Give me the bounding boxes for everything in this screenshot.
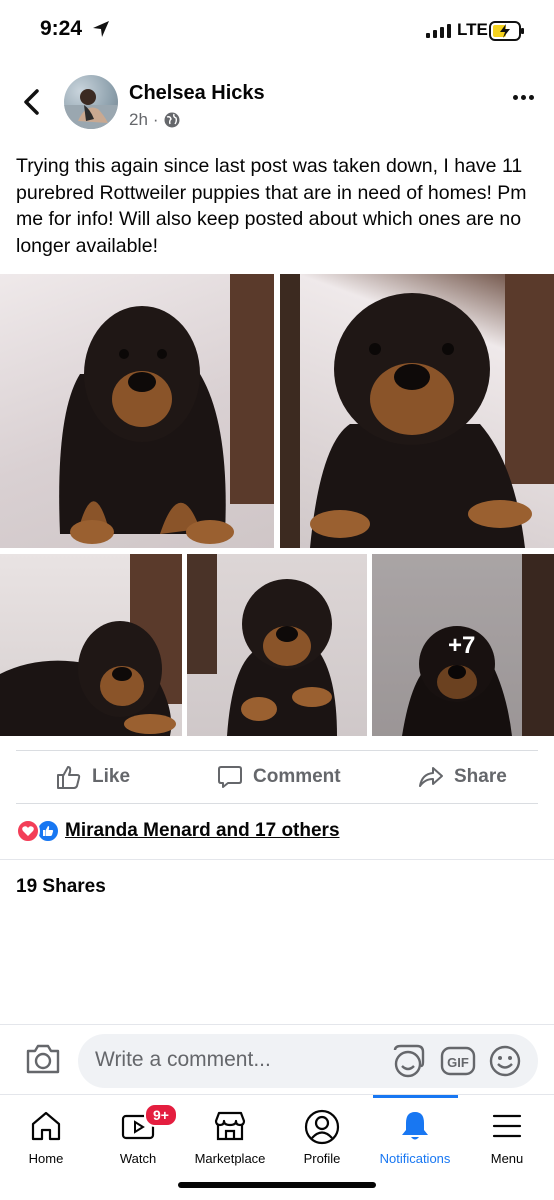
post-photo-4[interactable] xyxy=(187,554,367,736)
post-photo-5[interactable]: +7 xyxy=(372,554,554,736)
marketplace-icon xyxy=(214,1111,246,1141)
comment-label: Comment xyxy=(253,766,341,787)
love-reaction-icon xyxy=(16,819,40,843)
home-indicator xyxy=(178,1182,376,1188)
more-options-icon[interactable] xyxy=(513,95,534,100)
watch-badge: 9+ xyxy=(144,1103,178,1127)
reactions-divider xyxy=(0,859,554,860)
svg-text:GIF: GIF xyxy=(447,1055,469,1070)
more-photos-count: +7 xyxy=(448,632,476,659)
post-text: Trying this again since last post was ta… xyxy=(16,155,527,257)
nav-watch[interactable]: 9+ Watch xyxy=(92,1095,184,1175)
nav-notifications[interactable]: Notifications xyxy=(369,1095,461,1175)
post-photo-1[interactable] xyxy=(0,274,274,548)
comment-bar-divider xyxy=(0,1024,554,1025)
camera-icon[interactable] xyxy=(25,1043,61,1075)
avatar-photo xyxy=(64,89,118,129)
nav-marketplace-label: Marketplace xyxy=(194,1151,266,1166)
meta-separator: · xyxy=(152,110,159,129)
gif-icon[interactable]: GIF xyxy=(440,1044,476,1078)
comment-icon xyxy=(218,766,242,788)
actions-bottom-divider xyxy=(16,803,538,804)
profile-icon xyxy=(304,1109,340,1145)
nav-home[interactable]: Home xyxy=(0,1095,92,1175)
nav-menu-label: Menu xyxy=(490,1151,524,1166)
share-button[interactable]: Share xyxy=(418,764,507,790)
nav-home-label: Home xyxy=(28,1151,64,1166)
post-author[interactable]: Chelsea Hicks xyxy=(129,82,265,105)
like-icon xyxy=(57,766,81,789)
status-bar: 9:24 LTE xyxy=(0,0,554,60)
avatar[interactable] xyxy=(64,75,118,129)
battery-charging-icon xyxy=(489,21,524,41)
reactions-summary[interactable]: Miranda Menard and 17 others xyxy=(16,819,340,843)
back-icon[interactable] xyxy=(20,88,44,116)
location-arrow-icon xyxy=(93,21,109,37)
nav-profile[interactable]: Profile xyxy=(276,1095,368,1175)
share-icon xyxy=(419,767,443,787)
post-photo-3[interactable] xyxy=(0,554,182,736)
avatar-sticker-icon[interactable] xyxy=(391,1044,427,1078)
home-icon xyxy=(31,1111,61,1141)
network-label: LTE xyxy=(457,20,488,39)
shares-count[interactable]: 19 Shares xyxy=(16,876,106,898)
actions-top-divider xyxy=(16,750,538,751)
post-meta: 2h · xyxy=(129,110,180,130)
comment-button[interactable]: Comment xyxy=(217,764,341,790)
like-button[interactable]: Like xyxy=(56,764,130,790)
nav-notifications-label: Notifications xyxy=(379,1151,451,1166)
nav-profile-label: Profile xyxy=(303,1151,341,1166)
nav-watch-label: Watch xyxy=(119,1151,157,1166)
comment-placeholder: Write a comment... xyxy=(95,1048,271,1071)
like-label: Like xyxy=(92,766,131,787)
post-photo-2[interactable] xyxy=(280,274,554,548)
emoji-icon[interactable] xyxy=(488,1044,522,1078)
signal-icon xyxy=(426,24,451,38)
nav-menu[interactable]: Menu xyxy=(461,1095,553,1175)
share-label: Share xyxy=(454,766,507,787)
post-time: 2h xyxy=(129,110,148,129)
status-time: 9:24 xyxy=(40,17,83,40)
nav-marketplace[interactable]: Marketplace xyxy=(184,1095,276,1175)
globe-icon xyxy=(164,112,180,128)
bell-icon xyxy=(402,1112,428,1140)
reactions-names[interactable]: Miranda Menard and 17 others xyxy=(65,820,340,842)
menu-icon xyxy=(492,1114,522,1138)
